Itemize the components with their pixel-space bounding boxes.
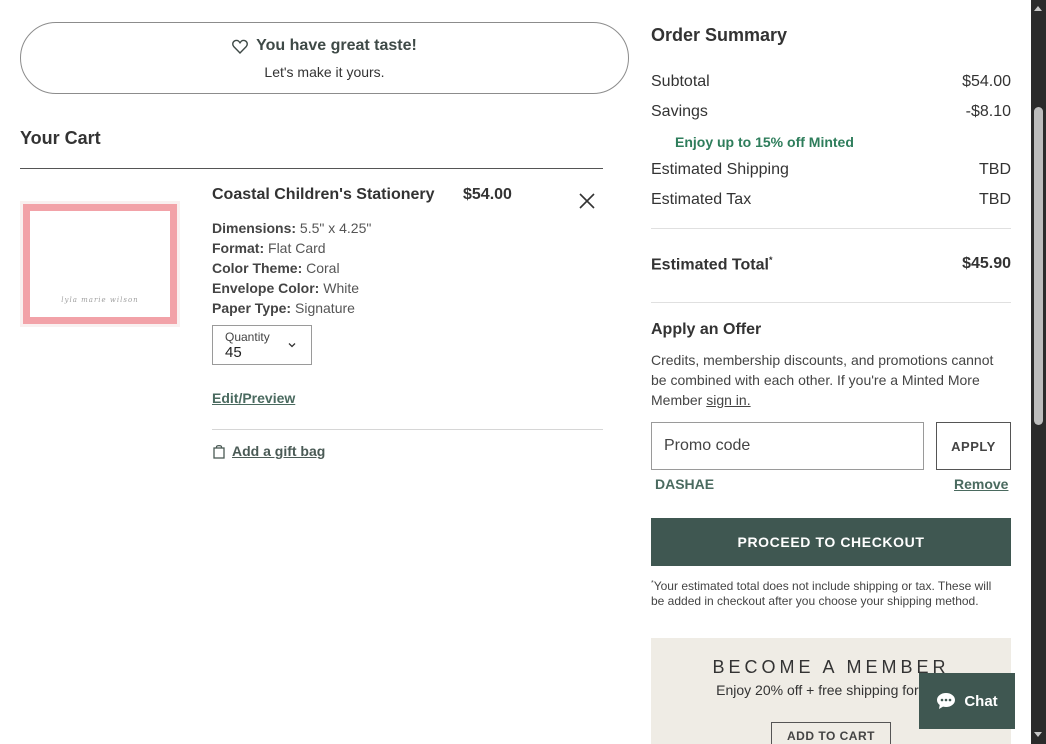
attr-dimensions: Dimensions: 5.5" x 4.25" — [212, 220, 372, 236]
subtotal-label: Subtotal — [651, 73, 710, 90]
total-label-wrap: Estimated Total* — [651, 255, 772, 274]
order-summary-title: Order Summary — [651, 25, 788, 45]
total-asterisk: * — [768, 255, 773, 265]
gift-bag-icon — [213, 444, 225, 459]
item-attributes: Dimensions: 5.5" x 4.25" Format: Flat Ca… — [212, 218, 371, 318]
scrollbar-thumb[interactable] — [1034, 107, 1043, 425]
savings-label: Savings — [651, 103, 708, 120]
total-divider — [651, 302, 1011, 303]
thumbnail-name-script: lyla marie wilson — [61, 296, 139, 304]
cart-divider — [20, 168, 603, 169]
scroll-down-arrow-icon[interactable] — [1034, 732, 1042, 737]
apply-button[interactable]: APPLY — [936, 422, 1011, 470]
total-label: Estimated Total — [651, 256, 769, 274]
savings-note: Enjoy up to 15% off Minted — [675, 134, 854, 150]
edit-preview-link[interactable]: Edit/Preview — [212, 390, 295, 406]
sign-in-link[interactable]: sign in. — [706, 392, 750, 408]
total-value: $45.90 — [962, 255, 1011, 272]
disclaimer-text: Your estimated total does not include sh… — [651, 579, 992, 608]
cart-heading: Your Cart — [20, 128, 101, 148]
attr-paper-type: Paper Type: Signature — [212, 300, 355, 316]
add-gift-bag-label: Add a gift bag — [232, 443, 326, 459]
taste-banner: You have great taste! Let's make it your… — [20, 22, 629, 94]
quantity-select[interactable]: Quantity 45 — [212, 325, 312, 365]
quantity-value: 45 — [225, 344, 242, 361]
offer-text: Credits, membership discounts, and promo… — [651, 350, 1011, 410]
item-name: Coastal Children's Stationery — [212, 186, 435, 203]
page-scrollbar[interactable] — [1031, 0, 1046, 744]
shipping-label: Estimated Shipping — [651, 161, 789, 178]
taste-banner-subtitle: Let's make it yours. — [264, 64, 385, 80]
remove-item-close-icon[interactable] — [576, 190, 598, 212]
remove-promo-link[interactable]: Remove — [954, 476, 1008, 492]
product-thumbnail[interactable]: lyla marie wilson — [20, 201, 180, 327]
savings-row: Savings -$8.10 — [651, 103, 1011, 121]
thumbnail-card-face: lyla marie wilson — [30, 211, 170, 317]
summary-divider — [651, 228, 1011, 229]
total-row: Estimated Total* $45.90 — [651, 255, 1011, 274]
tax-label: Estimated Tax — [651, 191, 752, 208]
item-price: $54.00 — [463, 186, 512, 203]
taste-banner-title: You have great taste! — [256, 37, 417, 54]
savings-value: -$8.10 — [965, 103, 1011, 120]
taste-banner-title-row: You have great taste! — [21, 37, 628, 55]
quantity-label: Quantity — [225, 330, 270, 344]
attr-color-theme: Color Theme: Coral — [212, 260, 340, 276]
chat-button[interactable]: Chat — [919, 673, 1015, 729]
subtotal-value: $54.00 — [962, 73, 1011, 90]
membership-add-to-cart-button[interactable]: ADD TO CART — [771, 722, 891, 744]
chat-bubble-icon — [937, 693, 956, 709]
item-divider — [212, 429, 603, 430]
shipping-value: TBD — [979, 161, 1011, 178]
tax-value: TBD — [979, 191, 1011, 208]
scroll-up-arrow-icon[interactable] — [1034, 6, 1042, 11]
applied-promo-code: DASHAE — [655, 476, 715, 492]
add-gift-bag-link[interactable]: Add a gift bag — [212, 443, 325, 459]
chat-label: Chat — [964, 692, 998, 710]
shipping-row: Estimated Shipping TBD — [651, 161, 1011, 179]
proceed-to-checkout-button[interactable]: PROCEED TO CHECKOUT — [651, 518, 1011, 566]
tax-row: Estimated Tax TBD — [651, 191, 1011, 209]
subtotal-row: Subtotal $54.00 — [651, 73, 1011, 91]
attr-format: Format: Flat Card — [212, 240, 326, 256]
heart-icon — [232, 39, 249, 54]
chevron-down-icon — [288, 343, 296, 348]
offer-title: Apply an Offer — [651, 321, 762, 338]
promo-code-input[interactable] — [651, 422, 924, 470]
estimate-disclaimer: *Your estimated total does not include s… — [651, 576, 996, 609]
attr-envelope-color: Envelope Color: White — [212, 280, 360, 296]
offer-description: Credits, membership discounts, and promo… — [651, 352, 994, 408]
